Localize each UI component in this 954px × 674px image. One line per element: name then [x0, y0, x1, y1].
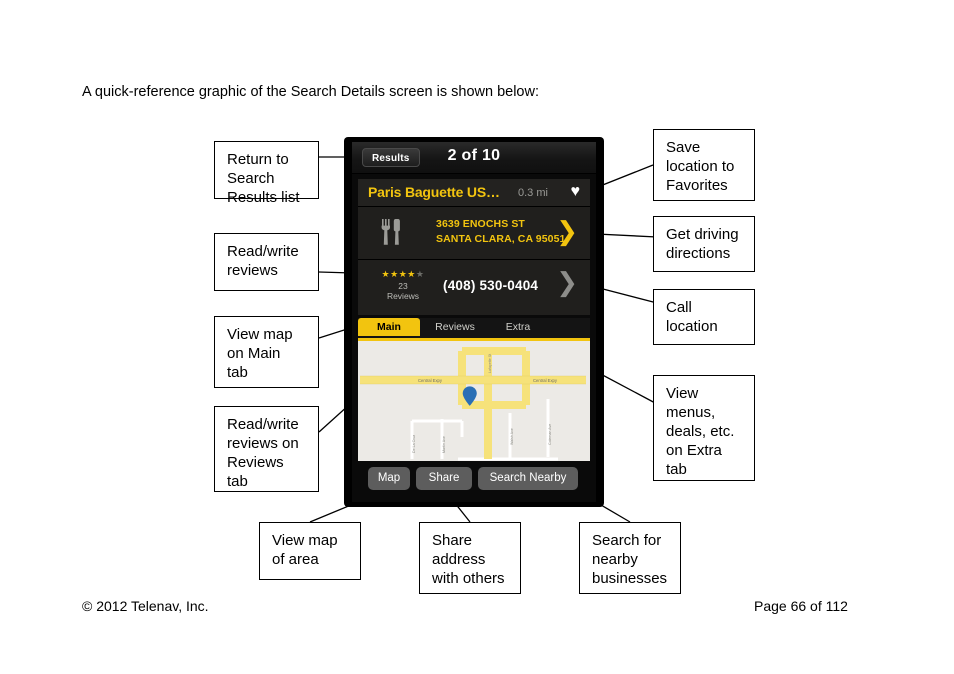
- phone-number-row[interactable]: ★★★★★ 23 Reviews (408) 530-0404 ❯: [358, 260, 590, 314]
- heart-icon[interactable]: ♥: [571, 184, 581, 200]
- address-text-block: 3639 ENOCHS ST SANTA CLARA, CA 95051: [436, 218, 565, 245]
- callout-line: of area: [272, 551, 319, 568]
- callout-view-map-main-tab: View map on Main tab: [214, 316, 319, 388]
- svg-text:Walsh Ave: Walsh Ave: [510, 428, 514, 445]
- page-intro-text: A quick-reference graphic of the Search …: [82, 84, 539, 100]
- callout-line: Favorites: [666, 177, 728, 194]
- callout-line: Get driving: [666, 226, 739, 243]
- svg-text:Central Expy: Central Expy: [533, 378, 558, 383]
- restaurant-fork-knife-icon: [381, 219, 400, 245]
- poi-header-row: Paris Baguette US… 0.3 mi ♥: [358, 179, 590, 207]
- share-button[interactable]: Share: [416, 467, 472, 490]
- map-canvas: Central Expy Central Expy Lafayette St C…: [358, 341, 590, 461]
- callout-line: location: [666, 318, 718, 335]
- callout-extra-tab: View menus, deals, etc. on Extra tab: [653, 375, 755, 481]
- detail-tab-bar: Main Reviews Extra: [358, 318, 590, 341]
- callout-line: Search: [227, 170, 275, 187]
- star-rating-icon: ★★★★★: [381, 270, 425, 280]
- callout-line: View: [666, 385, 699, 402]
- address-row[interactable]: 3639 ENOCHS ST SANTA CLARA, CA 95051 ❯: [358, 207, 590, 260]
- svg-text:Lafayette St: Lafayette St: [488, 354, 492, 373]
- tab-extra[interactable]: Extra: [490, 318, 546, 336]
- callout-line: View map: [227, 326, 293, 343]
- svg-text:De La Cruz: De La Cruz: [412, 435, 416, 453]
- result-count-label: 2 of 10: [447, 147, 501, 164]
- search-nearby-button[interactable]: Search Nearby: [478, 467, 578, 490]
- callout-line: View map: [272, 532, 338, 549]
- tab-reviews[interactable]: Reviews: [422, 318, 488, 336]
- svg-text:Central Expy: Central Expy: [418, 378, 443, 383]
- callout-line: tab: [227, 364, 248, 381]
- callout-line: tab: [666, 461, 687, 478]
- reviews-word-label: Reviews: [386, 291, 420, 301]
- callout-line: directions: [666, 245, 731, 262]
- callout-view-map-area: View map of area: [259, 522, 361, 580]
- callout-get-directions: Get driving directions: [653, 216, 755, 272]
- callout-search-nearby: Search for nearby businesses: [579, 522, 681, 594]
- map-view[interactable]: Central Expy Central Expy Lafayette St C…: [358, 341, 590, 461]
- callout-line: Share: [432, 532, 473, 549]
- call-chevron-right-icon[interactable]: ❯: [556, 270, 578, 296]
- poi-name-label: Paris Baguette US…: [368, 184, 500, 200]
- map-button[interactable]: Map: [368, 467, 410, 490]
- callout-save-favorites: Save location to Favorites: [653, 129, 755, 201]
- footer-page-number: Page 66 of 112: [754, 598, 848, 614]
- address-line-1: 3639 ENOCHS ST: [436, 218, 525, 230]
- tab-main[interactable]: Main: [358, 318, 420, 336]
- callout-line: nearby: [592, 551, 638, 568]
- bottom-action-bar: Map Share Search Nearby: [358, 467, 590, 494]
- svg-text:Coleman Ave: Coleman Ave: [548, 424, 552, 445]
- callout-line: location to: [666, 158, 735, 175]
- callout-line: reviews: [227, 262, 278, 279]
- app-title-bar: Results 2 of 10: [352, 142, 596, 174]
- callout-share-address: Share address with others: [419, 522, 521, 594]
- callout-read-write-reviews: Read/write reviews: [214, 233, 319, 291]
- rating-block[interactable]: ★★★★★ 23 Reviews: [375, 270, 431, 301]
- callout-line: Search for: [592, 532, 662, 549]
- callout-line: address: [432, 551, 486, 568]
- phone-number-label: (408) 530-0404: [443, 278, 539, 293]
- callout-line: menus,: [666, 404, 716, 421]
- callout-line: tab: [227, 473, 248, 490]
- address-line-2: SANTA CLARA, CA 95051: [436, 233, 566, 245]
- svg-text:Martin Ave: Martin Ave: [442, 436, 446, 453]
- callout-line: businesses: [592, 570, 668, 587]
- phone-device-frame: Results 2 of 10 Paris Baguette US… 0.3 m…: [345, 138, 603, 506]
- callout-line: Return to: [227, 151, 289, 168]
- callout-line: Call: [666, 299, 692, 316]
- poi-distance-label: 0.3 mi: [518, 187, 548, 199]
- callout-return-to-results: Return to Search Results list: [214, 141, 319, 206]
- callout-call-location: Call location: [653, 289, 755, 345]
- phone-screen: Results 2 of 10 Paris Baguette US… 0.3 m…: [352, 142, 596, 502]
- callout-line: on Extra: [666, 442, 722, 459]
- directions-chevron-right-icon[interactable]: ❯: [556, 219, 578, 245]
- callout-line: Reviews: [227, 454, 284, 471]
- footer-copyright: © 2012 Telenav, Inc.: [82, 598, 209, 614]
- poi-detail-card: Paris Baguette US… 0.3 mi ♥ 3639 ENOCHS …: [358, 179, 590, 315]
- callout-line: on Main: [227, 345, 281, 362]
- callout-line: Results list: [227, 189, 300, 206]
- callout-line: Save: [666, 139, 701, 156]
- callout-reviews-tab: Read/write reviews on Reviews tab: [214, 406, 319, 492]
- reviews-count-label: 23: [398, 281, 408, 291]
- callout-line: with others: [432, 570, 505, 587]
- callout-line: reviews on: [227, 435, 299, 452]
- callout-line: deals, etc.: [666, 423, 735, 440]
- callout-line: Read/write: [227, 416, 299, 433]
- callout-line: Read/write: [227, 243, 299, 260]
